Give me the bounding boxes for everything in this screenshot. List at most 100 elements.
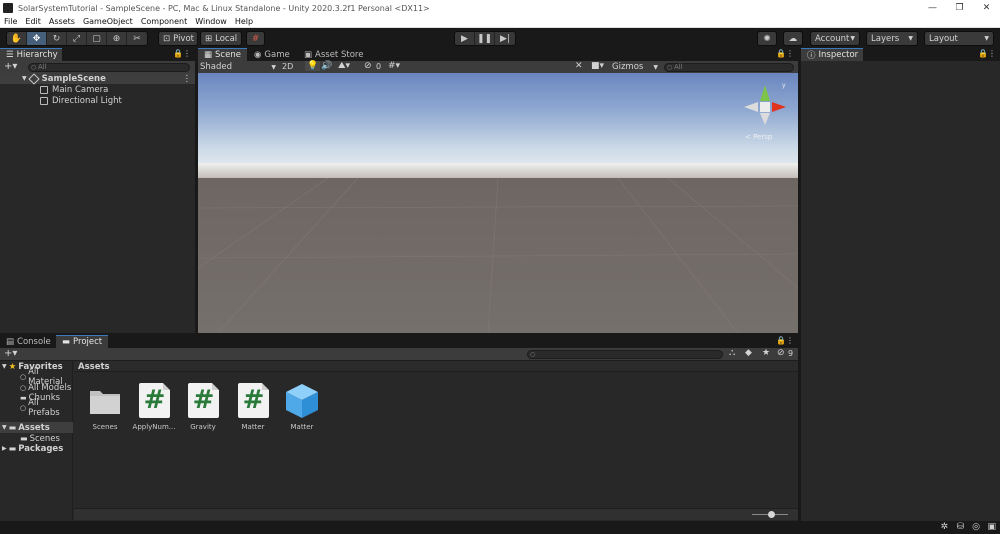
grid-toggle-icon[interactable]: #▾ bbox=[388, 61, 400, 71]
move-tool-icon[interactable]: ✥ bbox=[27, 32, 47, 45]
menu-component[interactable]: Component bbox=[141, 17, 187, 26]
project-search-input[interactable] bbox=[527, 350, 723, 359]
tab-console-label: Console bbox=[17, 336, 51, 347]
tab-scene[interactable]: ▦ Scene bbox=[198, 48, 247, 61]
rect-tool-icon[interactable]: ▢ bbox=[87, 32, 107, 45]
scene-root-row[interactable]: ▼ SampleScene ⋮ bbox=[0, 72, 195, 85]
tab-inspector[interactable]: ⓘ Inspector bbox=[801, 48, 863, 61]
project-folder-icon: ▬ bbox=[62, 337, 71, 347]
pause-icon[interactable]: ❚❚ bbox=[475, 32, 495, 45]
cloud-button[interactable]: ☁ bbox=[783, 31, 803, 46]
scene-viewport[interactable]: y < Persp bbox=[198, 73, 798, 333]
tab-project[interactable]: ▬ Project bbox=[56, 335, 109, 348]
pivot-label: Pivot bbox=[173, 33, 194, 44]
menu-assets[interactable]: Assets bbox=[49, 17, 75, 26]
folder-icon: ▬ bbox=[8, 444, 17, 453]
expand-arrow-icon[interactable]: ▼ bbox=[2, 424, 7, 431]
tab-hierarchy[interactable]: ☰ Hierarchy bbox=[0, 48, 62, 61]
collab-status-icon[interactable]: ⛁ bbox=[956, 522, 964, 532]
packages-row[interactable]: ▶ ▬ Packages bbox=[2, 443, 63, 454]
hierarchy-item-directional-light[interactable]: Directional Light bbox=[0, 95, 195, 106]
expand-arrow-icon[interactable]: ▼ bbox=[2, 363, 7, 370]
tab-asset-store[interactable]: ▣ Asset Store bbox=[298, 48, 369, 61]
custom-tool-icon[interactable]: ✂ bbox=[127, 32, 147, 45]
breadcrumb-assets[interactable]: Assets bbox=[78, 362, 110, 372]
search-by-label-icon[interactable]: ◆ bbox=[745, 348, 752, 358]
favorite-item[interactable]: ○ All Material bbox=[20, 367, 72, 387]
pivot-icon: ⊡ bbox=[163, 33, 171, 44]
scale-tool-icon[interactable]: ⤢ bbox=[67, 32, 87, 45]
hand-tool-icon[interactable]: ✋ bbox=[7, 32, 27, 45]
favorite-item[interactable]: ○ All Prefabs bbox=[20, 398, 72, 418]
audio-toggle-icon[interactable]: 🔊 bbox=[321, 61, 332, 71]
unity-scene-icon bbox=[27, 72, 40, 85]
persp-label[interactable]: < Persp bbox=[745, 133, 772, 141]
menu-edit[interactable]: Edit bbox=[25, 17, 41, 26]
search-icon: ○ bbox=[20, 403, 27, 412]
play-icon[interactable]: ▶ bbox=[455, 32, 475, 45]
icon-size-slider-handle[interactable] bbox=[768, 511, 775, 518]
menu-file[interactable]: File bbox=[4, 17, 17, 26]
more-options-icon[interactable]: ⋮ bbox=[988, 49, 996, 58]
csharp-script-icon: # bbox=[238, 383, 269, 418]
lock-icon[interactable]: 🔒 bbox=[776, 49, 786, 58]
rotate-tool-icon[interactable]: ↻ bbox=[47, 32, 67, 45]
expand-arrow-icon[interactable]: ▶ bbox=[2, 445, 7, 452]
layout-dropdown[interactable]: Layout ▼ bbox=[924, 31, 994, 46]
account-dropdown[interactable]: Account ▼ bbox=[810, 31, 860, 46]
shading-mode-dropdown[interactable]: Shaded ▼ bbox=[200, 61, 276, 73]
maximize-button[interactable]: ❐ bbox=[946, 0, 973, 16]
step-icon[interactable]: ▶| bbox=[495, 32, 515, 45]
main-toolbar: ✋ ✥ ↻ ⤢ ▢ ⊕ ✂ ⊡ Pivot ⊞ Local # ▶ ❚❚ ▶| … bbox=[0, 28, 1000, 48]
create-asset-button[interactable]: +▾ bbox=[4, 348, 17, 359]
hierarchy-search-input[interactable]: All bbox=[28, 63, 190, 72]
transform-tool-icon[interactable]: ⊕ bbox=[107, 32, 127, 45]
favorite-item-label: All Models bbox=[28, 382, 72, 393]
assets-root-label: Assets bbox=[18, 422, 50, 433]
menu-window[interactable]: Window bbox=[195, 17, 227, 26]
chevron-down-icon: ▼ bbox=[271, 63, 276, 71]
more-options-icon[interactable]: ⋮ bbox=[786, 336, 794, 345]
assets-root-row[interactable]: ▼ ▬ Assets bbox=[0, 422, 73, 433]
orientation-gizmo[interactable]: y bbox=[738, 79, 792, 131]
more-options-icon[interactable]: ⋮ bbox=[183, 49, 191, 58]
cache-server-icon[interactable]: ◎ bbox=[972, 522, 980, 532]
lock-icon[interactable]: 🔒 bbox=[173, 49, 183, 58]
mode-2d-toggle[interactable]: 2D bbox=[282, 62, 293, 71]
lock-icon[interactable]: 🔒 bbox=[978, 49, 988, 58]
layers-dropdown[interactable]: Layers ▼ bbox=[866, 31, 918, 46]
bug-report-icon[interactable]: ✲ bbox=[940, 522, 948, 532]
hierarchy-item-main-camera[interactable]: Main Camera bbox=[0, 84, 195, 95]
lighting-toggle-icon[interactable]: 💡 bbox=[305, 61, 321, 71]
tab-game[interactable]: ◉ Game bbox=[248, 48, 296, 61]
scene-options-icon[interactable]: ⋮ bbox=[183, 74, 192, 84]
hidden-objects-icon[interactable]: ⊘ bbox=[364, 61, 372, 71]
auto-generate-lighting-icon[interactable]: ▣ bbox=[987, 522, 996, 532]
search-by-type-icon[interactable]: ⛬ bbox=[729, 348, 735, 358]
grid-snap-button[interactable]: # bbox=[246, 31, 265, 46]
menu-help[interactable]: Help bbox=[235, 17, 253, 26]
gameobject-icon bbox=[40, 96, 48, 105]
hierarchy-list-icon: ☰ bbox=[6, 50, 14, 60]
packages-label: Packages bbox=[18, 443, 64, 454]
tab-inspector-label: Inspector bbox=[818, 50, 859, 60]
tab-console[interactable]: ▤ Console bbox=[0, 335, 57, 348]
expand-arrow-icon[interactable]: ▼ bbox=[22, 75, 27, 82]
effects-toggle-icon[interactable]: ⛰▾ bbox=[338, 61, 350, 71]
more-options-icon[interactable]: ⋮ bbox=[786, 49, 794, 58]
add-object-button[interactable]: +▾ bbox=[4, 61, 17, 72]
collab-button[interactable]: ✺ bbox=[757, 31, 777, 46]
hidden-packages-icon[interactable]: ⊘ bbox=[777, 348, 785, 358]
menu-gameobject[interactable]: GameObject bbox=[83, 17, 133, 26]
minimize-button[interactable]: — bbox=[919, 0, 946, 16]
local-toggle-button[interactable]: ⊞ Local bbox=[200, 31, 242, 46]
lock-icon[interactable]: 🔒 bbox=[776, 336, 786, 345]
window-title: SolarSystemTutorial - SampleScene - PC, … bbox=[18, 3, 430, 13]
favorites-star-icon[interactable]: ★ bbox=[762, 348, 770, 358]
close-button[interactable]: ✕ bbox=[973, 0, 1000, 16]
tools-icon[interactable]: ✕ bbox=[575, 61, 583, 71]
pivot-toggle-button[interactable]: ⊡ Pivot bbox=[158, 31, 198, 46]
camera-icon[interactable]: ■▾ bbox=[591, 61, 604, 71]
gizmos-dropdown[interactable]: Gizmos ▼ bbox=[612, 61, 658, 73]
scene-search-input[interactable]: All bbox=[664, 63, 794, 72]
